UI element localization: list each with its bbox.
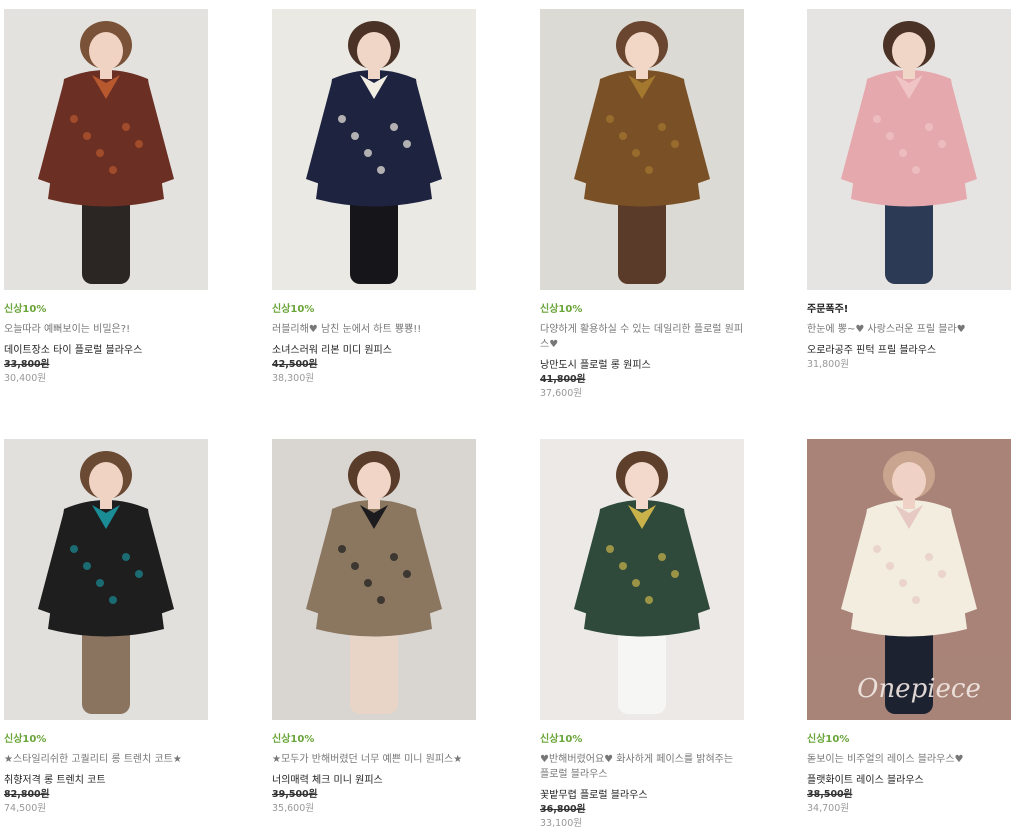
product-name[interactable]: 취향저격 롱 트렌치 코트 — [4, 774, 214, 788]
product-image[interactable] — [272, 439, 476, 720]
product-image[interactable] — [540, 439, 744, 720]
product-badge: 신상10% — [4, 734, 47, 745]
sale-price: 37,600원 — [540, 388, 582, 399]
product-photo-illustration — [540, 9, 744, 290]
sale-price: 34,700원 — [807, 803, 849, 814]
product-badge: 신상10% — [807, 734, 850, 745]
product-description: ♥반해버렸어요♥ 화사하게 페이스를 밝혀주는 플로럴 블라우스 — [540, 754, 734, 780]
product-image[interactable]: Onepiece — [807, 439, 1011, 720]
product-image[interactable] — [540, 9, 744, 290]
product-badge: 신상10% — [272, 304, 315, 315]
product-description: 러블리해♥ 남친 눈에서 하트 뿅뿅!! — [272, 324, 422, 335]
sale-price: 31,800원 — [807, 359, 849, 370]
product-photo-illustration — [272, 439, 476, 720]
product-card[interactable]: 신상10% 러블리해♥ 남친 눈에서 하트 뿅뿅!! 소녀스러워 리본 미디 원… — [272, 9, 482, 385]
product-card[interactable]: 신상10% 오늘따라 예뻐보이는 비밀은?! 데이트장소 타이 플로럴 블라우스… — [4, 9, 214, 385]
product-photo-illustration — [540, 439, 744, 720]
product-image[interactable] — [807, 9, 1011, 290]
product-name[interactable]: 너의매력 체크 미니 원피스 — [272, 774, 482, 788]
product-description: 돋보이는 비주얼의 레이스 블라우스♥ — [807, 754, 964, 765]
product-description: 한눈에 뽕~♥ 사랑스러운 프릴 블라♥ — [807, 324, 966, 335]
original-price: 41,800원 — [540, 374, 586, 385]
original-price: 38,500원 — [807, 789, 853, 800]
product-grid: 신상10% 오늘따라 예뻐보이는 비밀은?! 데이트장소 타이 플로럴 블라우스… — [0, 0, 1015, 833]
product-photo-illustration — [4, 9, 208, 290]
product-name[interactable]: 꽃밭무렵 플로럴 블라우스 — [540, 789, 750, 803]
product-name[interactable]: 플랫화이트 레이스 블라우스 — [807, 774, 1015, 788]
watermark-logo: Onepiece — [857, 674, 981, 704]
product-card[interactable]: 주문폭주! 한눈에 뽕~♥ 사랑스러운 프릴 블라♥ 오로라공주 핀턱 프릴 블… — [807, 9, 1015, 371]
product-description: 오늘따라 예뻐보이는 비밀은?! — [4, 324, 131, 335]
original-price: 33,800원 — [4, 359, 50, 370]
product-description: ★모두가 반해버렸던 너무 예쁜 미니 원피스★ — [272, 754, 463, 765]
product-card[interactable]: 신상10% ★스타일리쉬한 고퀄리티 롱 트렌치 코트★ 취향저격 롱 트렌치 … — [4, 439, 214, 815]
product-description: 다양하게 활용하실 수 있는 데일리한 플로럴 원피스♥ — [540, 324, 744, 350]
product-badge: 주문폭주! — [807, 304, 849, 315]
product-card[interactable]: 신상10% 다양하게 활용하실 수 있는 데일리한 플로럴 원피스♥ 낭만도시 … — [540, 9, 750, 400]
original-price: 39,500원 — [272, 789, 318, 800]
product-card[interactable]: Onepiece 신상10% 돋보이는 비주얼의 레이스 블라우스♥ 플랫화이트… — [807, 439, 1015, 815]
product-image[interactable] — [272, 9, 476, 290]
product-photo-illustration: Onepiece — [807, 439, 1011, 720]
product-badge: 신상10% — [540, 734, 583, 745]
product-name[interactable]: 데이트장소 타이 플로럴 블라우스 — [4, 344, 214, 358]
product-photo-illustration — [807, 9, 1011, 290]
product-badge: 신상10% — [272, 734, 315, 745]
sale-price: 30,400원 — [4, 373, 46, 384]
sale-price: 33,100원 — [540, 818, 582, 829]
product-name[interactable]: 낭만도시 플로럴 롱 원피스 — [540, 359, 750, 373]
sale-price: 74,500원 — [4, 803, 46, 814]
product-badge: 신상10% — [540, 304, 583, 315]
product-name[interactable]: 소녀스러워 리본 미디 원피스 — [272, 344, 482, 358]
product-photo-illustration — [272, 9, 476, 290]
product-photo-illustration — [4, 439, 208, 720]
product-name[interactable]: 오로라공주 핀턱 프릴 블라우스 — [807, 344, 1015, 358]
product-card[interactable]: 신상10% ♥반해버렸어요♥ 화사하게 페이스를 밝혀주는 플로럴 블라우스 꽃… — [540, 439, 750, 830]
original-price: 82,800원 — [4, 789, 50, 800]
product-image[interactable] — [4, 439, 208, 720]
product-description: ★스타일리쉬한 고퀄리티 롱 트렌치 코트★ — [4, 754, 182, 765]
sale-price: 38,300원 — [272, 373, 314, 384]
product-card[interactable]: 신상10% ★모두가 반해버렸던 너무 예쁜 미니 원피스★ 너의매력 체크 미… — [272, 439, 482, 815]
original-price: 42,500원 — [272, 359, 318, 370]
sale-price: 35,600원 — [272, 803, 314, 814]
product-badge: 신상10% — [4, 304, 47, 315]
product-image[interactable] — [4, 9, 208, 290]
original-price: 36,800원 — [540, 804, 586, 815]
